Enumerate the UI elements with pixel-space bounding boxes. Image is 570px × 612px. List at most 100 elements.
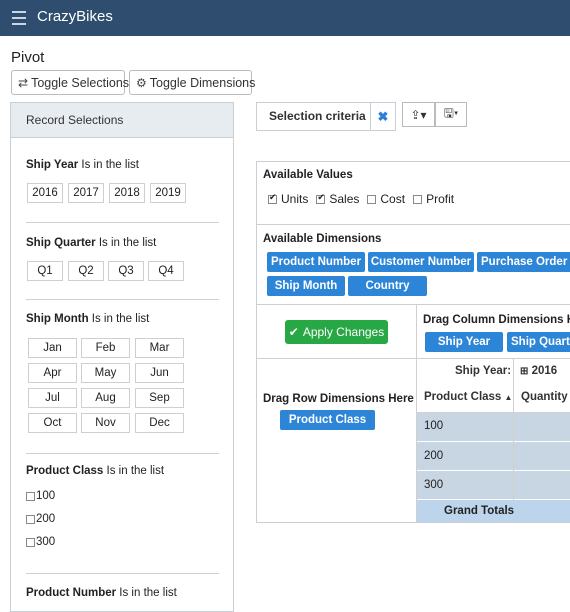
ship-month-option-feb[interactable]: Feb <box>81 338 130 358</box>
save-icon: 🖫▾ <box>443 106 459 120</box>
checkbox[interactable] <box>367 194 377 204</box>
value-label: Profit <box>426 192 455 206</box>
app-brand[interactable]: CrazyBikes <box>37 8 113 25</box>
product-class-condition: Is in the list <box>106 465 165 477</box>
available-values-title: Available Values <box>263 169 353 181</box>
ship-quarter-option-q1[interactable]: Q1 <box>27 261 63 281</box>
page-title: Pivot <box>11 49 45 66</box>
checkbox[interactable] <box>26 537 35 547</box>
divider <box>26 453 219 454</box>
ship-month-option-apr[interactable]: Apr <box>28 363 77 383</box>
ship-quarter-field: Ship Quarter <box>26 237 96 249</box>
export-button[interactable]: ⇪▾ <box>402 102 435 127</box>
toggle-dimensions-label: Toggle Dimensions <box>149 75 256 90</box>
dimension-country[interactable]: Country <box>348 276 427 296</box>
table-cell <box>514 413 570 441</box>
ship-year-filter-title: Ship Year Is in the list <box>26 155 219 173</box>
ship-month-option-jun[interactable]: Jun <box>135 363 184 383</box>
record-selections-title: Record Selections <box>11 103 233 138</box>
column-dimension-ship-quarter[interactable]: Ship Quarter <box>507 332 570 352</box>
divider <box>257 304 570 305</box>
checkbox-checked[interactable] <box>316 192 326 204</box>
divider <box>257 224 570 225</box>
dimension-customer-number[interactable]: Customer Number <box>368 252 474 272</box>
product-class-filter-title: Product Class Is in the list <box>26 461 219 479</box>
product-class-option-label: 100 <box>36 490 56 502</box>
ship-quarter-option-q2[interactable]: Q2 <box>68 261 104 281</box>
ship-month-option-sep[interactable]: Sep <box>135 388 184 408</box>
value-label: Cost <box>380 192 406 206</box>
product-class-option-300[interactable]: 300 <box>26 536 55 548</box>
table-cell <box>514 442 570 470</box>
dimension-ship-month[interactable]: Ship Month <box>267 276 345 296</box>
value-label: Sales <box>329 192 360 206</box>
quantity-column-header: Quantity <box>521 391 568 403</box>
ship-year-option-2018[interactable]: 2018 <box>109 183 145 203</box>
product-class-option-label: 200 <box>36 513 56 525</box>
dimension-product-number[interactable]: Product Number <box>267 252 365 272</box>
check-icon: ✔ <box>288 325 299 339</box>
share-icon: ⇪▾ <box>410 107 427 122</box>
ship-month-option-oct[interactable]: Oct <box>28 413 77 433</box>
ship-month-option-jan[interactable]: Jan <box>28 338 77 358</box>
pivot-panel: Available Values Units Sales Cost Profit… <box>256 161 570 523</box>
product-number-filter-title: Product Number Is in the list <box>26 583 219 601</box>
divider <box>26 222 219 223</box>
ship-year-option-2017[interactable]: 2017 <box>68 183 104 203</box>
ship-month-option-dec[interactable]: Dec <box>135 413 184 433</box>
ship-month-option-jul[interactable]: Jul <box>28 388 77 408</box>
gears-icon: ⚙ <box>136 75 147 90</box>
row-label-100: 100 <box>424 420 444 432</box>
apply-changes-button[interactable]: ✔ Apply Changes <box>285 320 388 344</box>
ship-month-option-nov[interactable]: Nov <box>81 413 130 433</box>
row-label-200: 200 <box>424 450 444 462</box>
toggle-selections-button[interactable]: ⇄ Toggle Selections <box>11 70 129 95</box>
product-class-row-header[interactable]: Product Class ▲ <box>424 391 512 403</box>
ship-year-option-2016[interactable]: 2016 <box>27 183 63 203</box>
top-navbar: CrazyBikes <box>0 0 570 36</box>
checkbox-checked[interactable] <box>268 192 277 204</box>
ship-year-option-2019[interactable]: 2019 <box>150 183 186 203</box>
divider <box>26 573 219 574</box>
record-selections-panel: Record Selections Ship Year Is in the li… <box>10 102 234 612</box>
value-units[interactable]: Units <box>268 192 308 206</box>
row-drop-label: Drag Row Dimensions Here <box>263 393 414 405</box>
sort-up-icon: ▲ <box>504 393 513 402</box>
row-label-300: 300 <box>424 479 444 491</box>
product-class-option-label: 300 <box>36 536 56 548</box>
product-number-field: Product Number <box>26 587 117 599</box>
value-cost[interactable]: Cost <box>367 192 405 206</box>
ship-quarter-option-q3[interactable]: Q3 <box>108 261 144 281</box>
exchange-icon: ⇄ <box>18 75 29 90</box>
hamburger-icon[interactable] <box>12 11 26 25</box>
product-class-option-200[interactable]: 200 <box>26 513 55 525</box>
column-dimension-ship-year[interactable]: Ship Year <box>425 332 503 352</box>
ship-year-field: Ship Year <box>26 159 79 171</box>
ship-month-option-may[interactable]: May <box>81 363 130 383</box>
toggle-dimensions-button[interactable]: ⚙ Toggle Dimensions <box>129 70 255 95</box>
dimension-purchase-order[interactable]: Purchase Order # <box>477 252 570 272</box>
ship-month-option-aug[interactable]: Aug <box>81 388 130 408</box>
row-dimension-product-class[interactable]: Product Class <box>280 410 375 430</box>
value-label: Units <box>281 192 309 206</box>
ship-month-field: Ship Month <box>26 313 89 325</box>
value-sales[interactable]: Sales <box>316 192 359 206</box>
checkbox[interactable] <box>26 491 35 501</box>
value-profit[interactable]: Profit <box>413 192 454 206</box>
ship-year-header: Ship Year: <box>455 365 512 377</box>
divider <box>257 358 570 359</box>
expand-icon[interactable]: ⊞ <box>520 366 528 377</box>
year-2016-header[interactable]: ⊞ 2016 <box>520 365 557 377</box>
ship-quarter-option-q4[interactable]: Q4 <box>148 261 184 281</box>
ship-quarter-filter-title: Ship Quarter Is in the list <box>26 233 219 251</box>
product-class-option-100[interactable]: 100 <box>26 490 55 502</box>
close-icon[interactable]: ✖ <box>371 109 395 125</box>
toggle-selections-label: Toggle Selections <box>31 75 130 90</box>
divider <box>26 299 219 300</box>
ship-month-option-mar[interactable]: Mar <box>135 338 184 358</box>
checkbox[interactable] <box>413 194 423 204</box>
product-number-condition: Is in the list <box>119 587 177 599</box>
apply-changes-label: Apply Changes <box>302 325 385 339</box>
checkbox[interactable] <box>26 514 35 524</box>
save-button[interactable]: 🖫▾ <box>435 102 467 127</box>
